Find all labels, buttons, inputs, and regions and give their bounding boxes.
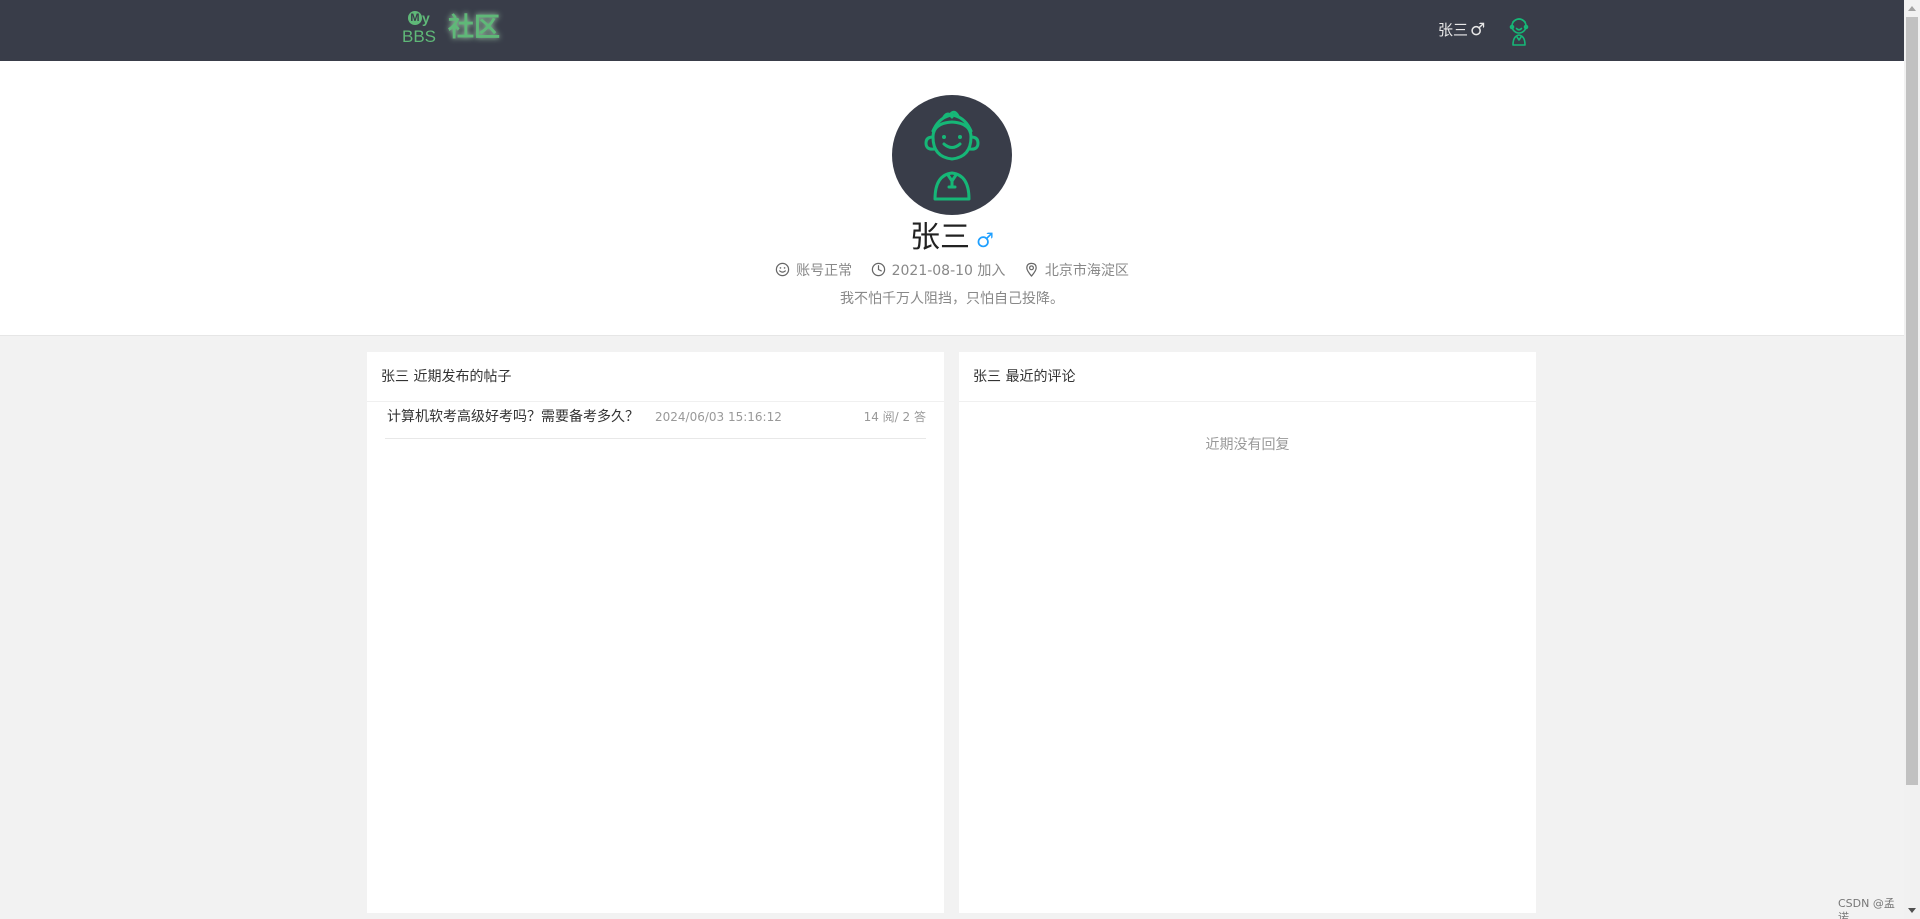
- post-list-item: 计算机软考高级好考吗？需要备考多久？ 2024/06/03 15:16:12 1…: [385, 402, 926, 439]
- logo-bbs-text: BBS: [402, 27, 437, 46]
- scrollbar-thumb[interactable]: [1906, 17, 1918, 785]
- profile-meta: 账号正常 2021-08-10 加入 北京市海淀区: [0, 259, 1904, 283]
- nav-user-name[interactable]: 张三 ♂: [1438, 18, 1485, 42]
- post-title-link[interactable]: 计算机软考高级好考吗？需要备考多久？: [387, 402, 639, 433]
- scroll-up-arrow[interactable]: [1908, 6, 1916, 11]
- recent-comments-title: 张三 最近的评论: [959, 352, 1536, 402]
- logo-my-text: My: [408, 11, 430, 25]
- profile-avatar: [892, 95, 1012, 215]
- user-profile-page: My BBS 社区 张三 ♂ 张三 ♂ 账号正常 2021-08-10 加入 北…: [0, 0, 1904, 919]
- post-time: 2024/06/03 15:16:12: [655, 410, 782, 424]
- recent-posts-title: 张三 近期发布的帖子: [367, 352, 944, 402]
- profile-name-line: 张三 ♂: [0, 218, 1904, 260]
- nav-gender-icon: ♂: [1470, 20, 1486, 40]
- location-pin-icon: [1026, 262, 1037, 277]
- recent-comments-panel: 张三 最近的评论 近期没有回复: [959, 352, 1536, 913]
- logo-m-circle: M: [408, 11, 422, 25]
- profile-section: 张三 ♂ 账号正常 2021-08-10 加入 北京市海淀区 我不怕千万人阻挡，…: [0, 61, 1904, 336]
- location: 北京市海淀区: [1024, 259, 1129, 283]
- logo-community-text: 社区: [448, 13, 501, 43]
- nav-username: 张三: [1438, 21, 1469, 39]
- scroll-down-arrow[interactable]: [1908, 908, 1916, 913]
- account-status: 账号正常: [775, 259, 852, 283]
- nav-avatar-icon[interactable]: [1504, 15, 1534, 47]
- smile-icon: [775, 262, 790, 277]
- site-logo[interactable]: My BBS 社区: [402, 10, 512, 50]
- clock-icon: [871, 262, 885, 277]
- top-navbar: My BBS 社区 张三 ♂: [0, 0, 1904, 61]
- post-stats: 14 阅/ 2 答: [863, 410, 926, 424]
- profile-signature: 我不怕千万人阻挡，只怕自己投降。: [840, 291, 1064, 307]
- join-date-text: 2021-08-10 加入: [891, 263, 1006, 279]
- location-text: 北京市海淀区: [1044, 263, 1129, 279]
- page-scrollbar[interactable]: [1904, 0, 1920, 919]
- profile-username: 张三: [910, 220, 971, 255]
- gender-icon: ♂: [976, 228, 994, 252]
- logo-y: y: [422, 10, 430, 26]
- avatar-illustration: [924, 110, 980, 201]
- recent-posts-panel: 张三 近期发布的帖子 计算机软考高级好考吗？需要备考多久？ 2024/06/03…: [367, 352, 944, 913]
- join-date: 2021-08-10 加入: [871, 259, 1006, 283]
- no-replies-text: 近期没有回复: [1205, 437, 1290, 453]
- csdn-watermark: CSDN @孟诺: [1838, 897, 1895, 919]
- account-status-text: 账号正常: [796, 263, 853, 279]
